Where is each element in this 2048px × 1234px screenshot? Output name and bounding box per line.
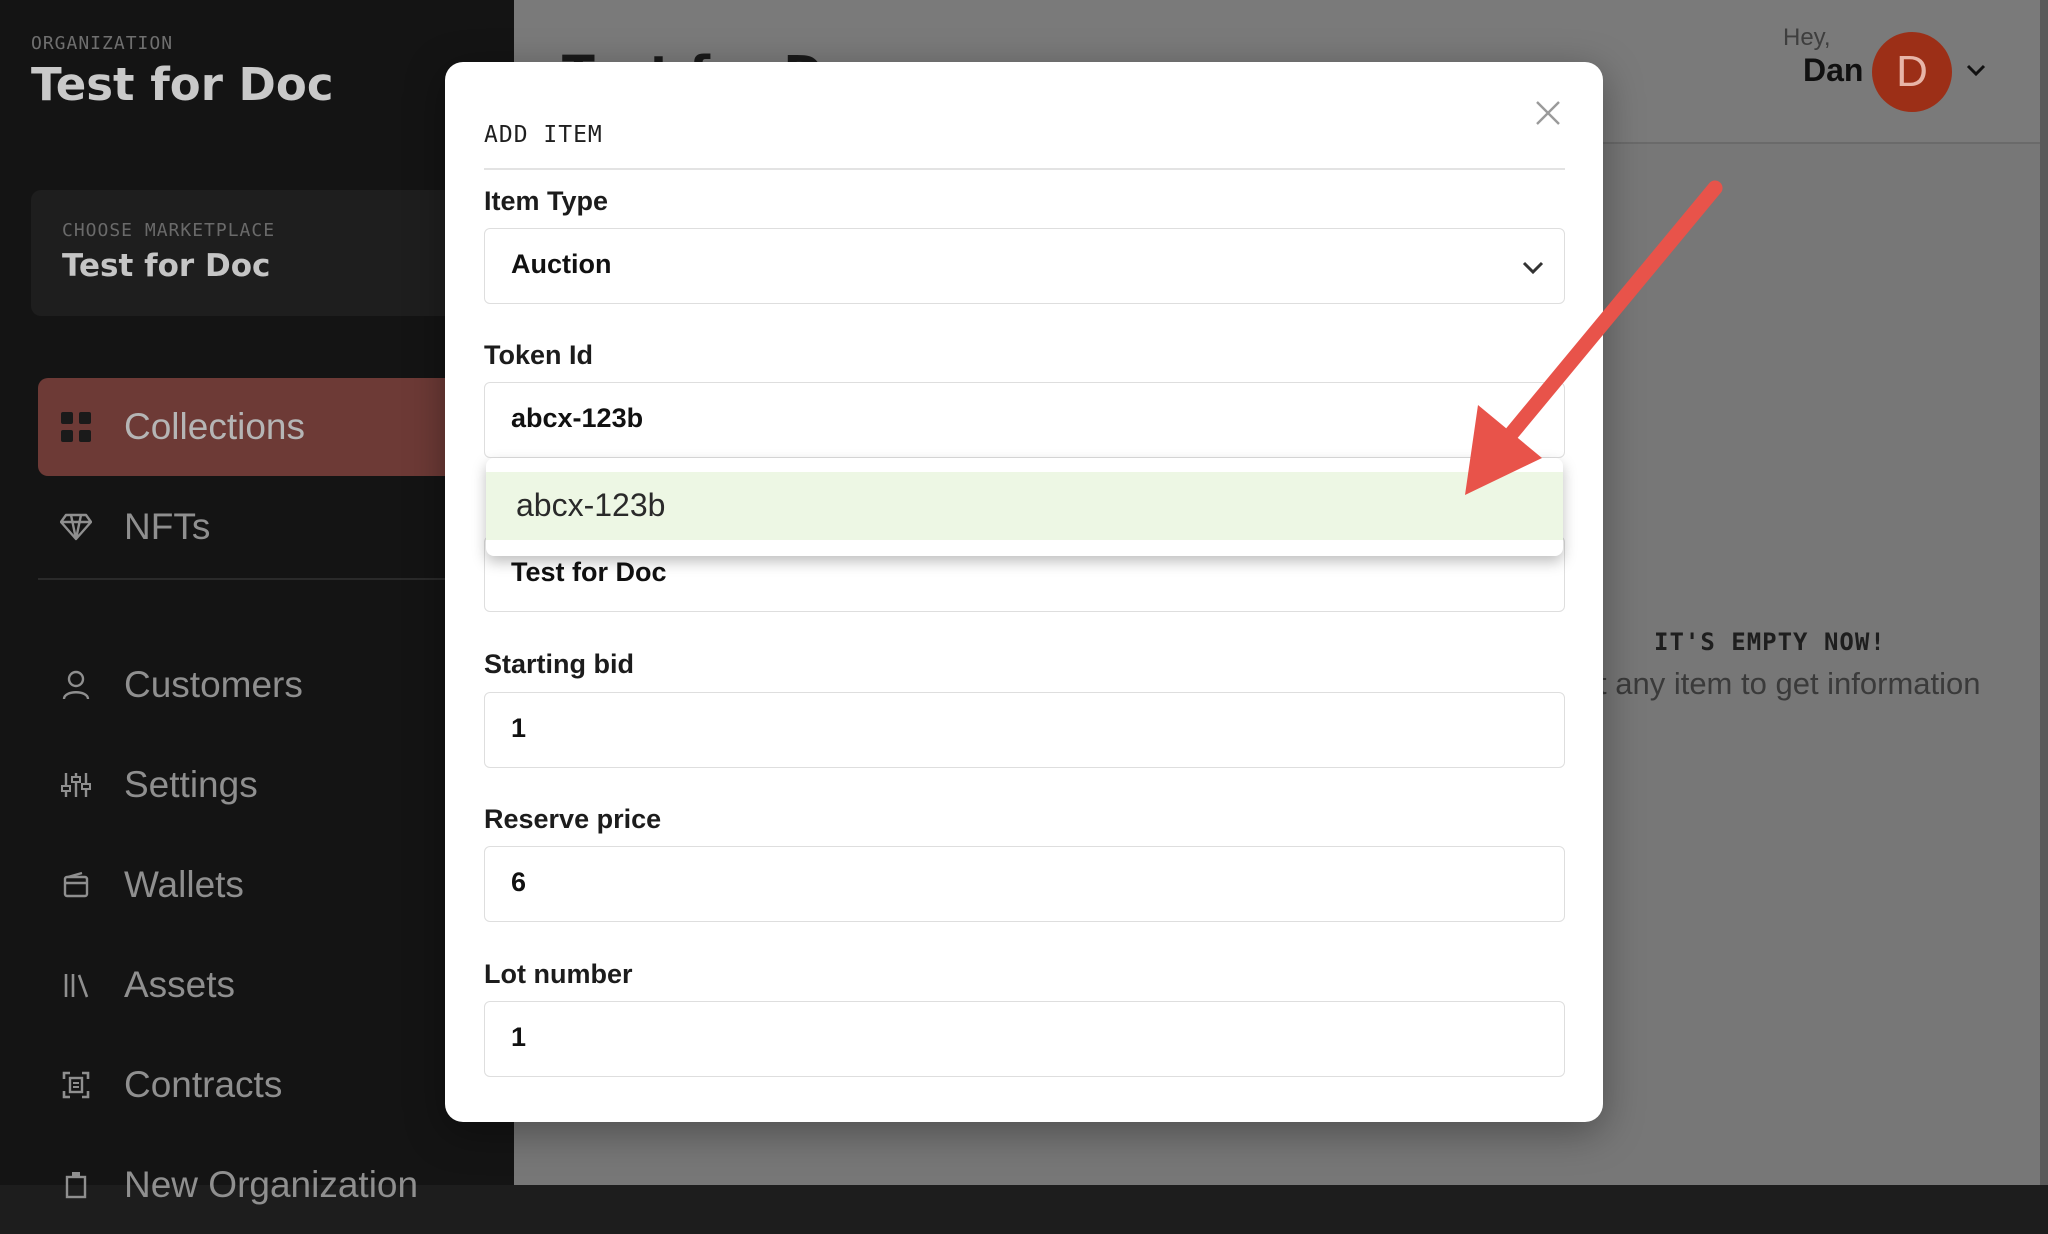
sidebar-item-label: Customers: [124, 664, 303, 705]
sidebar-item-collections[interactable]: Collections: [38, 378, 514, 476]
starting-bid-label: Starting bid: [484, 649, 634, 679]
sidebar-item-customers[interactable]: Customers: [38, 636, 514, 734]
sliders-icon: [58, 767, 94, 803]
starting-bid-value: 1: [511, 713, 527, 743]
dropdown-option-label: abcx-123b: [516, 487, 666, 523]
library-icon: [58, 967, 94, 1003]
sidebar-item-contracts[interactable]: Contracts: [38, 1036, 514, 1134]
user-name: Dan: [1803, 52, 1864, 88]
item-type-select[interactable]: Auction: [484, 228, 1565, 304]
sidebar-item-new-organization[interactable]: New Organization: [38, 1136, 514, 1234]
organization-label: ORGANIZATION: [31, 33, 174, 54]
sidebar-item-label: Settings: [124, 764, 258, 805]
sidebar-item-label: Contracts: [124, 1064, 283, 1105]
sidebar-item-label: NFTs: [124, 506, 211, 547]
token-id-dropdown: abcx-123b: [486, 458, 1563, 556]
token-id-value: abcx-123b: [511, 403, 644, 433]
chevron-down-icon[interactable]: [1964, 58, 1988, 82]
collection-value: Test for Doc: [511, 557, 667, 587]
sidebar-item-label: New Organization: [124, 1164, 419, 1205]
greeting: Hey,: [1783, 24, 1831, 51]
window-edge: [2040, 0, 2048, 1185]
empty-state-title: IT'S EMPTY NOW!: [1654, 628, 1886, 656]
close-icon[interactable]: [1533, 98, 1563, 128]
add-item-modal: ADD ITEM Item Type Auction Token Id abcx…: [445, 62, 1603, 1122]
sidebar-divider: [38, 578, 514, 580]
lot-number-input[interactable]: 1: [484, 1001, 1565, 1077]
organization-name: Test for Doc: [31, 58, 334, 111]
marketplace-name: Test for Doc: [62, 248, 271, 284]
item-type-label: Item Type: [484, 186, 609, 216]
contract-icon: [58, 1067, 94, 1103]
diamond-icon: [58, 509, 94, 545]
lot-number-value: 1: [511, 1022, 527, 1052]
sidebar-item-settings[interactable]: Settings: [38, 736, 514, 834]
marketplace-label: CHOOSE MARKETPLACE: [62, 220, 276, 241]
reserve-price-value: 6: [511, 867, 527, 897]
lot-number-label: Lot number: [484, 959, 633, 989]
item-type-value: Auction: [511, 249, 612, 279]
sidebar: ORGANIZATION Test for Doc CHOOSE MARKETP…: [0, 0, 514, 1205]
modal-title: ADD ITEM: [484, 122, 603, 148]
user-icon: [58, 667, 94, 703]
sidebar-item-label: Wallets: [124, 864, 244, 905]
wallet-icon: [58, 867, 94, 903]
avatar[interactable]: D: [1872, 32, 1952, 112]
chevron-down-icon: [1522, 261, 1544, 275]
sidebar-item-label: Collections: [124, 406, 305, 447]
reserve-price-input[interactable]: 6: [484, 846, 1565, 922]
marketplace-selector[interactable]: CHOOSE MARKETPLACE Test for Doc ⌄: [31, 190, 501, 316]
sidebar-item-wallets[interactable]: Wallets: [38, 836, 514, 934]
grid-icon: [58, 409, 94, 445]
empty-state-subtitle: t any item to get information: [1598, 666, 1981, 701]
sidebar-item-assets[interactable]: Assets: [38, 936, 514, 1034]
sidebar-item-label: Assets: [124, 964, 236, 1005]
reserve-price-label: Reserve price: [484, 804, 662, 834]
building-icon: [58, 1167, 94, 1203]
dropdown-option[interactable]: abcx-123b: [486, 472, 1563, 540]
starting-bid-input[interactable]: 1: [484, 692, 1565, 768]
sidebar-item-nfts[interactable]: NFTs: [38, 478, 514, 576]
token-id-input[interactable]: abcx-123b: [484, 382, 1565, 458]
token-id-label: Token Id: [484, 340, 594, 370]
modal-divider: [484, 168, 1565, 170]
